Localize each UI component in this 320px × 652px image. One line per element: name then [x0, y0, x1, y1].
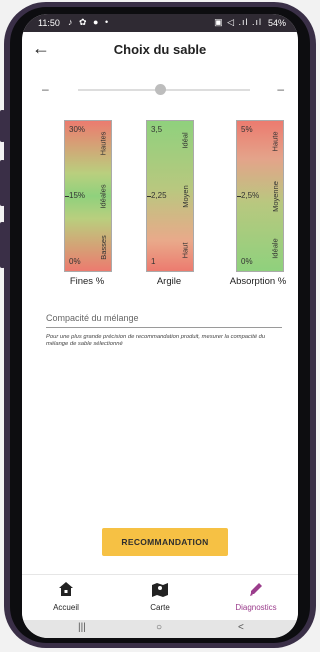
gauge-label-absorption: Absorption % [229, 276, 287, 287]
status-bar: 11:50 ♪ ✿ ● • ▣ ◁ .ıl .ıl 54% [22, 14, 298, 32]
tick-mid: 2,5% [241, 191, 260, 200]
notification-icons: ♪ ✿ ● • [68, 17, 111, 27]
back-button[interactable]: < [238, 622, 244, 633]
compactness-underline[interactable] [46, 327, 282, 328]
zone-label: Haute [270, 130, 280, 152]
nav-diagnostics[interactable]: Diagnostics [216, 581, 296, 612]
side-button [0, 160, 5, 206]
map-icon [120, 581, 200, 601]
slider-plus[interactable]: – [277, 82, 284, 96]
tick-top: 5% [241, 125, 253, 134]
zone-label: Idéal [180, 131, 190, 149]
page-title: Choix du sable [113, 42, 207, 57]
tick-mid: 15% [69, 191, 86, 200]
tick-top: 30% [69, 125, 86, 134]
tick-bottom: 1 [151, 257, 156, 266]
sand-slider[interactable]: – – [38, 82, 284, 96]
nav-accueil[interactable]: Accueil [26, 581, 106, 612]
side-button-2 [0, 222, 5, 268]
zone-label: Basses [98, 234, 108, 260]
recommendation-button[interactable]: RECOMMANDATION [102, 528, 228, 556]
zone-label: Hautes [98, 131, 108, 155]
zone-label: Idéale [270, 237, 280, 259]
zone-label: Haut [180, 242, 190, 258]
zone-label: Idéales [98, 183, 108, 209]
battery-level: 54% [267, 18, 286, 28]
recents-button[interactable]: ||| [78, 622, 86, 633]
slider-handle[interactable] [155, 84, 166, 95]
gauge-argile: 3,5 2,25 1 Idéal Moyen Haut [146, 120, 194, 272]
nav-label: Diagnostics [235, 603, 277, 612]
bottom-navigation: Accueil Carte Diagnostics [22, 574, 298, 621]
zone-label: Moyen [180, 184, 190, 208]
status-time: 11:50 [38, 18, 60, 28]
home-button[interactable]: ○ [156, 622, 162, 633]
volume-button [0, 110, 5, 142]
home-icon [26, 581, 106, 601]
zone-label: Moyenne [270, 180, 280, 212]
nav-label: Carte [150, 603, 170, 612]
gauge-fines: 30% 15% 0% Hautes Idéales Basses [64, 120, 112, 272]
tick-mid: 2,25 [151, 191, 167, 200]
nav-carte[interactable]: Carte [120, 581, 200, 612]
tick-top: 3,5 [151, 125, 163, 134]
pen-icon [216, 581, 296, 601]
gauge-label-fines: Fines % [69, 276, 105, 287]
gauge-absorption: 5% 2,5% 0% Haute Moyenne Idéale [236, 120, 284, 272]
app-bar: ← Choix du sable [22, 32, 298, 66]
tick-bottom: 0% [241, 257, 253, 266]
gauge-label-argile: Argile [156, 276, 182, 287]
nav-label: Accueil [53, 603, 79, 612]
compactness-field[interactable]: Compacité du mélange [46, 313, 139, 323]
compactness-note: Pour une plus grande précision de recomm… [46, 334, 266, 347]
slider-minus[interactable]: – [42, 82, 49, 96]
signal-icons: ▣ ◁ .ıl .ıl [214, 17, 262, 27]
system-navigation: ||| ○ < [22, 620, 298, 638]
tick-bottom: 0% [69, 257, 81, 266]
screen: 11:50 ♪ ✿ ● • ▣ ◁ .ıl .ıl 54% ← Choix du… [22, 14, 298, 638]
